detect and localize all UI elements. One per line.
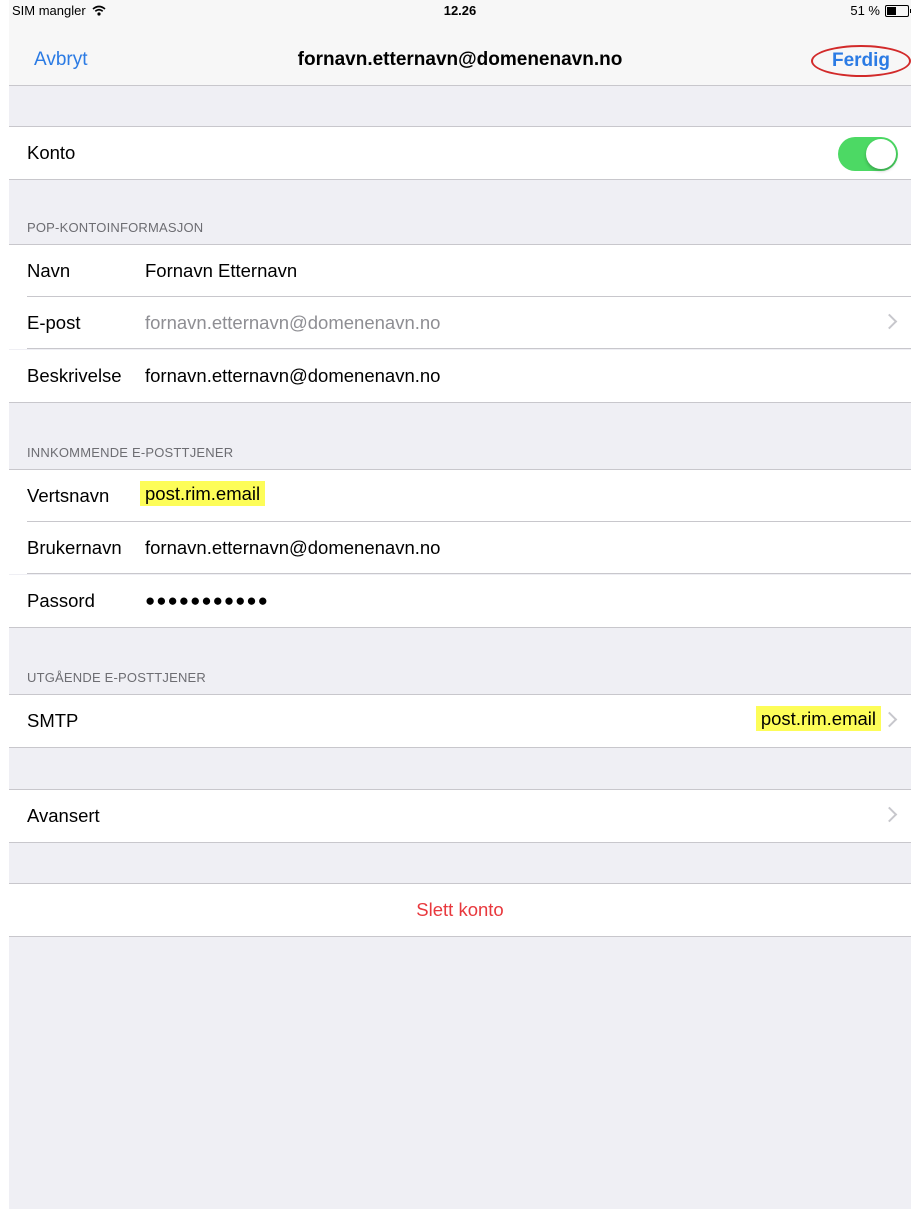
hostname-field[interactable]: post.rim.email — [140, 481, 266, 506]
navigation-bar: Avbryt fornavn.etternavn@domenenavn.no F… — [9, 22, 911, 86]
name-label: Navn — [27, 260, 71, 281]
password-label: Passord — [27, 590, 95, 611]
pop-section-header: POP-KONTOINFORMASJON — [27, 220, 204, 235]
outgoing-section-header: UTGÅENDE E-POSTTJENER — [27, 670, 206, 685]
delete-account-button[interactable]: Slett konto — [9, 899, 911, 921]
name-row[interactable]: Navn Fornavn Etternavn — [9, 244, 911, 297]
status-right: 51 % — [850, 3, 911, 18]
password-row[interactable]: Passord ●●●●●●●●●●● — [9, 575, 911, 628]
chevron-right-icon — [881, 806, 898, 823]
status-time: 12.26 — [443, 3, 477, 18]
password-field[interactable]: ●●●●●●●●●●● — [145, 591, 269, 611]
account-toggle[interactable] — [838, 137, 898, 171]
delete-account-row[interactable]: Slett konto — [9, 883, 911, 937]
description-row[interactable]: Beskrivelse fornavn.etternavn@domenenavn… — [9, 350, 911, 403]
hostname-highlight: post.rim.email — [140, 481, 266, 506]
battery-icon — [885, 4, 911, 17]
nav-title: fornavn.etternavn@domenenavn.no — [297, 49, 623, 70]
name-field[interactable]: Fornavn Etternavn — [145, 260, 297, 282]
hostname-row[interactable]: Vertsnavn post.rim.email — [9, 469, 911, 522]
battery-fill — [887, 6, 896, 15]
email-row[interactable]: E-post fornavn.etternavn@domenenavn.no — [9, 297, 911, 349]
chevron-right-icon — [881, 313, 898, 330]
done-button[interactable]: Ferdig — [832, 50, 890, 72]
row-divider — [27, 573, 911, 574]
username-row[interactable]: Brukernavn fornavn.etternavn@domenenavn.… — [9, 522, 911, 574]
smtp-label: SMTP — [27, 710, 79, 731]
smtp-row[interactable]: SMTP post.rim.email — [9, 694, 911, 748]
email-label: E-post — [27, 312, 81, 333]
incoming-section-header: INNKOMMENDE E-POSTTJENER — [27, 445, 234, 460]
smtp-value: post.rim.email — [755, 706, 881, 731]
toggle-knob — [866, 139, 896, 169]
hostname-label: Vertsnavn — [27, 485, 110, 506]
chevron-right-icon — [881, 711, 898, 728]
description-label: Beskrivelse — [27, 365, 122, 386]
advanced-row[interactable]: Avansert — [9, 789, 911, 843]
advanced-label: Avansert — [27, 805, 100, 826]
battery-percent: 51 % — [850, 3, 880, 18]
account-toggle-row: Konto — [9, 126, 911, 180]
description-field[interactable]: fornavn.etternavn@domenenavn.no — [145, 365, 440, 387]
account-label: Konto — [27, 142, 76, 163]
email-value: fornavn.etternavn@domenenavn.no — [145, 312, 441, 333]
username-field[interactable]: fornavn.etternavn@domenenavn.no — [145, 537, 440, 559]
smtp-highlight: post.rim.email — [755, 706, 881, 731]
row-divider — [27, 348, 911, 349]
status-bar: SIM mangler 12.26 51 % — [9, 0, 911, 22]
done-annotation-circle: Ferdig — [811, 45, 911, 77]
username-label: Brukernavn — [27, 537, 122, 558]
